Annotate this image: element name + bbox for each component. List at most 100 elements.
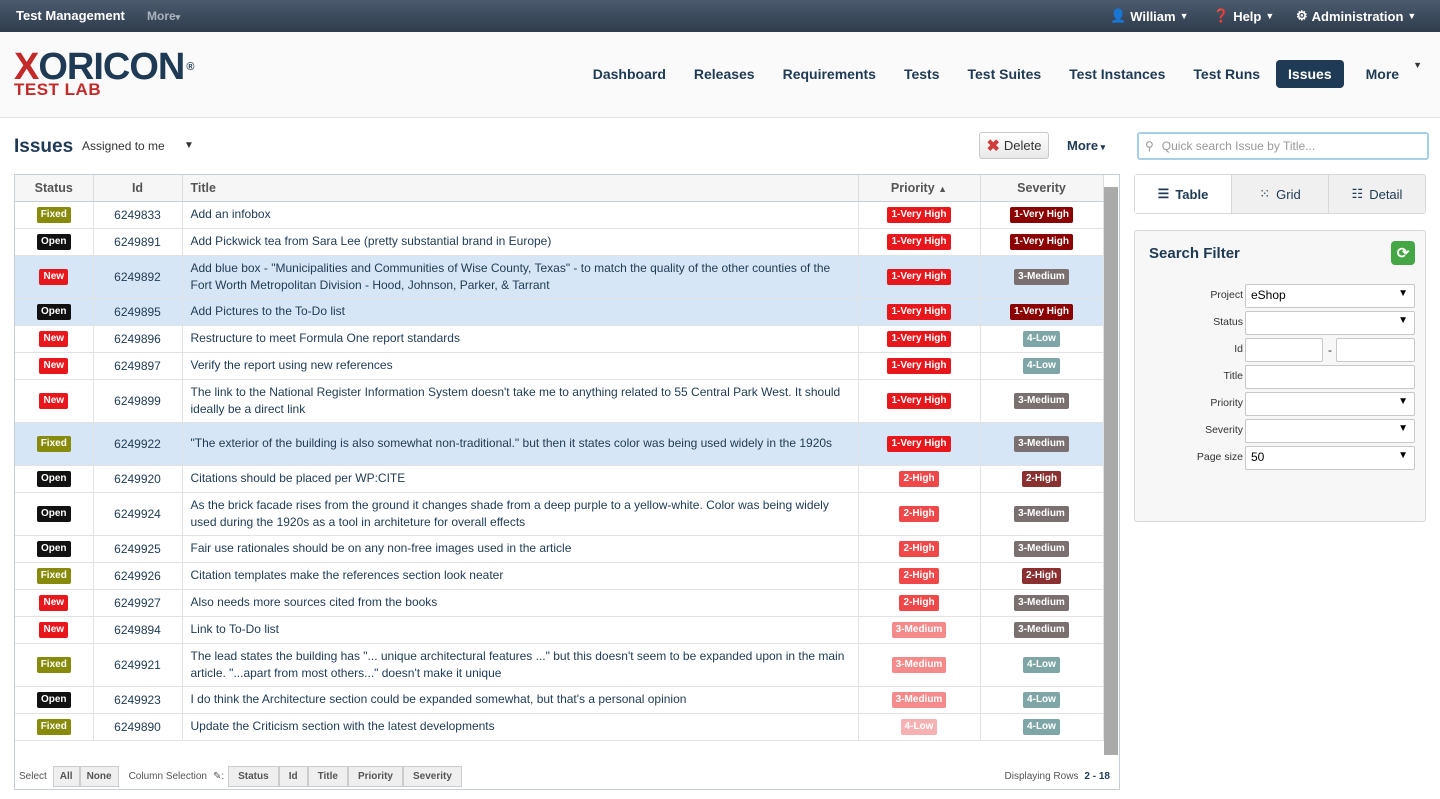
id-cell[interactable]: 6249896 (93, 325, 183, 353)
table-row[interactable]: Fixed 6249921 The lead states the building… (15, 643, 1104, 687)
grid-view-button[interactable]: ⁙ Grid (1232, 175, 1329, 213)
title-cell[interactable]: Citations should be placed per WP:CITE (182, 465, 859, 493)
title-cell[interactable]: I do think the Architecture section coul… (182, 686, 859, 714)
id-cell[interactable]: 6249894 (93, 616, 183, 644)
chevron-down-icon[interactable]: ▼ (184, 140, 194, 151)
id-cell[interactable]: 6249927 (93, 589, 183, 617)
refresh-icon[interactable]: ⟳ (1391, 241, 1415, 265)
table-row[interactable]: New 6249892 Add blue box - "Municipalities… (15, 255, 1104, 299)
id-cell[interactable]: 6249921 (93, 643, 183, 687)
table-row[interactable]: Fixed 6249890 Update the Criticism section… (15, 713, 1104, 741)
id-cell[interactable]: 6249833 (93, 201, 183, 229)
id-cell[interactable]: 6249895 (93, 298, 183, 326)
user-menu[interactable]: 👤 William ▼ (1110, 8, 1189, 24)
nav-test-suites[interactable]: Test Suites (954, 60, 1056, 88)
select-none-button[interactable]: None (79, 765, 119, 787)
table-row[interactable]: Fixed 6249833 Add an infobox 1-Very High 1-V… (15, 201, 1104, 229)
title-cell[interactable]: Restructure to meet Formula One report s… (182, 325, 859, 353)
top-more-menu[interactable]: More▾ (147, 9, 180, 23)
column-header-severity[interactable]: Severity (980, 175, 1104, 202)
priority-select[interactable]: ▼ (1245, 392, 1415, 416)
id-cell[interactable]: 6249897 (93, 352, 183, 380)
vertical-scrollbar[interactable] (1104, 187, 1118, 755)
help-menu[interactable]: ❓ Help ▼ (1213, 8, 1274, 24)
nav-tests[interactable]: Tests (890, 60, 954, 88)
pencil-icon[interactable]: ✎: (213, 771, 224, 782)
nav-issues[interactable]: Issues (1276, 60, 1344, 88)
column-toggle-title[interactable]: Title (307, 765, 348, 787)
table-row[interactable]: Open 6249924 As the brick facade rises fro… (15, 492, 1104, 536)
nav-test-instances[interactable]: Test Instances (1055, 60, 1179, 88)
id-cell[interactable]: 6249890 (93, 713, 183, 741)
assigned-filter-select[interactable]: Assigned to me (82, 139, 165, 153)
column-header-priority[interactable]: Priority ▲ (858, 175, 981, 202)
id-cell[interactable]: 6249924 (93, 492, 183, 536)
id-cell[interactable]: 6249899 (93, 379, 183, 423)
table-row[interactable]: Open 6249925 Fair use rationales should be… (15, 535, 1104, 563)
table-row[interactable]: Open 6249923 I do think the Architecture s… (15, 686, 1104, 714)
table-row[interactable]: Open 6249891 Add Pickwick tea from Sara Le… (15, 228, 1104, 256)
column-header-id[interactable]: Id (93, 175, 183, 202)
logo[interactable]: X ORICON ® TEST LAB (14, 48, 194, 100)
column-header-title[interactable]: Title (182, 175, 859, 202)
id-cell[interactable]: 6249891 (93, 228, 183, 256)
nav-dashboard[interactable]: Dashboard (579, 60, 680, 88)
column-toggle-priority[interactable]: Priority (347, 765, 403, 787)
nav-test-runs[interactable]: Test Runs (1179, 60, 1274, 88)
table-view-button[interactable]: ☰ Table (1135, 175, 1232, 213)
delete-button[interactable]: ✖ Delete (979, 132, 1049, 159)
id-cell[interactable]: 6249923 (93, 686, 183, 714)
title-cell[interactable]: "The exterior of the building is also so… (182, 422, 859, 466)
id-to-field[interactable] (1336, 338, 1415, 362)
title-field[interactable] (1245, 365, 1415, 389)
table-row[interactable]: New 6249927 Also needs more sources cited … (15, 589, 1104, 617)
title-cell[interactable]: Add Pickwick tea from Sara Lee (pretty s… (182, 228, 859, 256)
title-cell[interactable]: Link to To-Do list (182, 616, 859, 644)
column-toggle-status[interactable]: Status (228, 765, 279, 787)
more-actions-button[interactable]: More ▾ (1067, 138, 1105, 153)
title-cell[interactable]: Update the Criticism section with the la… (182, 713, 859, 741)
severity-select[interactable]: ▼ (1245, 419, 1415, 443)
table-row[interactable]: New 6249894 Link to To-Do list 3-Medium 3-Me… (15, 616, 1104, 644)
column-header-status[interactable]: Status (15, 175, 94, 202)
id-from-field[interactable] (1245, 338, 1323, 362)
nav-releases[interactable]: Releases (680, 60, 769, 88)
title-cell[interactable]: As the brick facade rises from the groun… (182, 492, 859, 536)
title-cell[interactable]: Add an infobox (182, 201, 859, 229)
grid-view-label: Grid (1276, 186, 1301, 202)
table-row[interactable]: New 6249896 Restructure to meet Formula On… (15, 325, 1104, 353)
table-row[interactable]: Open 6249920 Citations should be placed pe… (15, 465, 1104, 493)
id-cell[interactable]: 6249922 (93, 422, 183, 466)
title-cell[interactable]: The link to the National Register Inform… (182, 379, 859, 423)
priority-cell: 3-Medium (858, 643, 981, 687)
severity-badge: 3-Medium (1014, 622, 1069, 638)
project-select[interactable]: eShop ▼ (1245, 284, 1415, 308)
title-cell[interactable]: Add blue box - "Municipalities and Commu… (182, 255, 859, 299)
id-cell[interactable]: 6249892 (93, 255, 183, 299)
app-title[interactable]: Test Management (16, 8, 125, 23)
status-select[interactable]: ▼ (1245, 311, 1415, 335)
title-cell[interactable]: Also needs more sources cited from the b… (182, 589, 859, 617)
title-cell[interactable]: Add Pictures to the To-Do list (182, 298, 859, 326)
title-cell[interactable]: The lead states the building has "... un… (182, 643, 859, 687)
table-row[interactable]: Open 6249895 Add Pictures to the To-Do lis… (15, 298, 1104, 326)
id-cell[interactable]: 6249926 (93, 562, 183, 590)
table-row[interactable]: Fixed 6249922 "The exterior of the buildin… (15, 422, 1104, 466)
title-cell[interactable]: Verify the report using new references (182, 352, 859, 380)
table-row[interactable]: Fixed 6249926 Citation templates make the … (15, 562, 1104, 590)
table-row[interactable]: New 6249899 The link to the National Regis… (15, 379, 1104, 423)
nav-more[interactable]: More (1352, 60, 1413, 88)
table-row[interactable]: New 6249897 Verify the report using new re… (15, 352, 1104, 380)
quick-search-input[interactable]: ⚲ Quick search Issue by Title... (1137, 132, 1429, 160)
select-all-button[interactable]: All (52, 765, 80, 787)
id-cell[interactable]: 6249920 (93, 465, 183, 493)
column-toggle-severity[interactable]: Severity (402, 765, 462, 787)
column-toggle-id[interactable]: Id (278, 765, 308, 787)
title-cell[interactable]: Fair use rationales should be on any non… (182, 535, 859, 563)
administration-menu[interactable]: ⚙ Administration ▼ (1296, 8, 1416, 24)
title-cell[interactable]: Citation templates make the references s… (182, 562, 859, 590)
page-size-select[interactable]: 50 ▼ (1245, 446, 1415, 470)
detail-view-button[interactable]: ☷ Detail (1329, 175, 1425, 213)
id-cell[interactable]: 6249925 (93, 535, 183, 563)
nav-requirements[interactable]: Requirements (769, 60, 890, 88)
